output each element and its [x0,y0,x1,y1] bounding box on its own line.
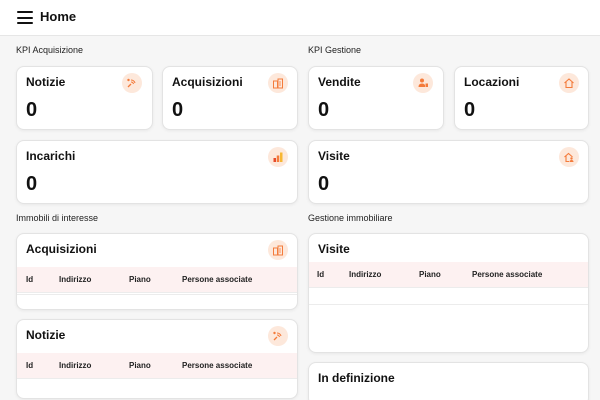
column-header-persone-associate[interactable]: Persone associate [182,361,252,370]
kpi-title: Locazioni [464,75,520,89]
house-outline-icon [559,73,579,93]
section-label-gestione-immobiliare: Gestione immobiliare [308,213,393,223]
kpi-card-acquisizioni[interactable]: Acquisizioni 0 [162,66,298,130]
kpi-title: Notizie [26,75,66,89]
kpi-title: Visite [318,149,350,163]
column-header-indirizzo[interactable]: Indirizzo [59,361,91,370]
kpi-value: 0 [26,99,38,121]
table-card-in-definizione: In definizione [308,362,589,400]
panel-title: Visite [318,242,350,256]
hamburger-menu-icon[interactable] [17,11,33,24]
table-card-acquisizioni: Acquisizioni Id Indirizzo Piano Persone … [16,233,298,310]
buildings-icon [268,240,288,260]
kpi-value: 0 [26,173,38,195]
section-label-immobili-interesse: Immobili di interesse [16,213,99,223]
bar-chart-icon [268,147,288,167]
kpi-value: 0 [318,173,330,195]
table-header: Id Indirizzo Piano Persone associate [17,267,297,293]
column-header-persone-associate[interactable]: Persone associate [472,270,542,279]
kpi-title: Vendite [318,75,361,89]
table-divider [309,304,588,305]
kpi-title: Acquisizioni [172,75,243,89]
page-title: Home [40,9,77,24]
kpi-card-vendite[interactable]: Vendite 0 [308,66,444,130]
kpi-value: 0 [464,99,476,121]
column-header-indirizzo[interactable]: Indirizzo [59,275,91,284]
house-person-icon [559,147,579,167]
top-bar: Home [0,0,600,36]
table-card-visite: Visite Id Indirizzo Piano Persone associ… [308,233,589,353]
buildings-icon [268,73,288,93]
table-header: Id Indirizzo Piano Persone associate [17,353,297,379]
section-label-kpi-gestione: KPI Gestione [308,45,362,55]
kpi-value: 0 [172,99,184,121]
kpi-card-incarichi[interactable]: Incarichi 0 [16,140,298,204]
table-header: Id Indirizzo Piano Persone associate [309,262,588,288]
column-header-piano[interactable]: Piano [419,270,441,279]
kpi-card-locazioni[interactable]: Locazioni 0 [454,66,589,130]
signal-waves-icon [268,326,288,346]
signal-waves-icon [122,73,142,93]
panel-title: In definizione [318,371,395,385]
kpi-card-visite[interactable]: Visite 0 [308,140,589,204]
table-divider [17,294,297,295]
user-tag-icon [413,73,433,93]
kpi-value: 0 [318,99,330,121]
table-card-notizie: Notizie Id Indirizzo Piano Persone assoc… [16,319,298,399]
column-header-indirizzo[interactable]: Indirizzo [349,270,381,279]
column-header-id[interactable]: Id [26,275,33,284]
column-header-piano[interactable]: Piano [129,361,151,370]
column-header-piano[interactable]: Piano [129,275,151,284]
column-header-id[interactable]: Id [317,270,324,279]
column-header-id[interactable]: Id [26,361,33,370]
kpi-title: Incarichi [26,149,76,163]
kpi-card-notizie[interactable]: Notizie 0 [16,66,153,130]
panel-title: Notizie [26,328,66,342]
column-header-persone-associate[interactable]: Persone associate [182,275,252,284]
panel-title: Acquisizioni [26,242,97,256]
section-label-kpi-acquisizione: KPI Acquisizione [16,45,84,55]
